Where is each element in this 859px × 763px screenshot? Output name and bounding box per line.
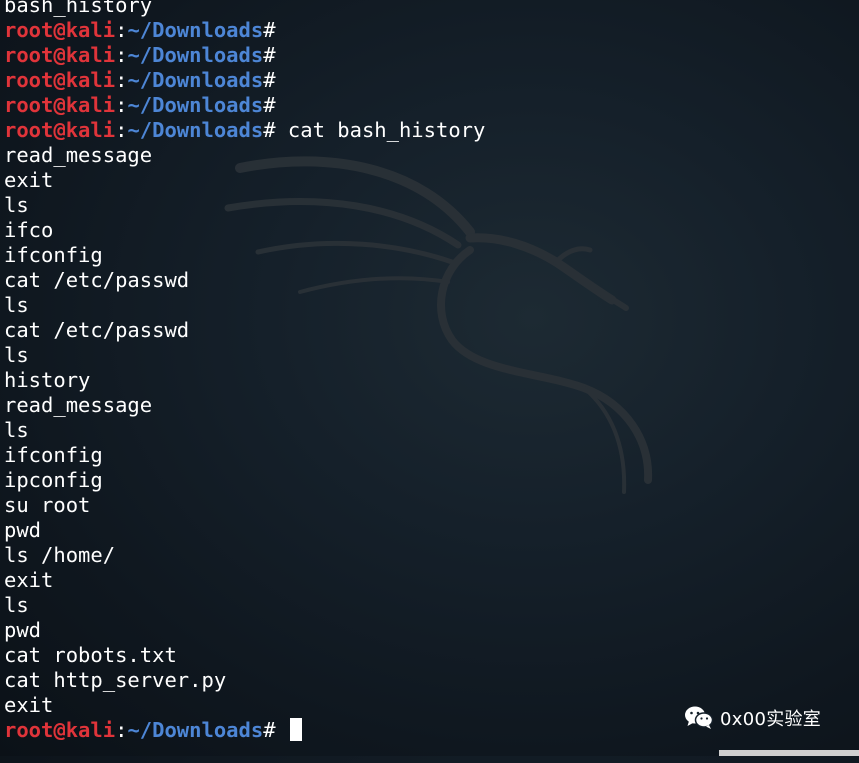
output-line: ls — [4, 418, 29, 442]
prompt-path: ~/Downloads — [127, 18, 264, 42]
scrollbar-edge[interactable] — [719, 750, 859, 756]
output-line: exit — [4, 568, 54, 592]
output-line: ifconfig — [4, 243, 103, 267]
prompt-path: ~/Downloads — [127, 93, 264, 117]
output-line: ls — [4, 593, 29, 617]
command-text: cat bash_history — [275, 118, 486, 142]
prompt-line: root@kali:~/Downloads# — [0, 68, 859, 93]
watermark: 0x00实验室 — [684, 704, 821, 732]
prompt-user-host: root@kali — [4, 43, 116, 67]
output-line: ifco — [4, 218, 54, 242]
output-line: cat robots.txt — [4, 643, 177, 667]
prompt-user-host: root@kali — [4, 718, 116, 742]
prompt-symbol: # — [263, 43, 276, 67]
output-line: su root — [4, 493, 91, 517]
prompt-separator: : — [115, 93, 128, 117]
output-line: ipconfig — [4, 468, 103, 492]
output-line: ls — [4, 193, 29, 217]
output-line: ls /home/ — [4, 543, 116, 567]
prompt-line: root@kali:~/Downloads# — [0, 43, 859, 68]
output-line: read_message — [4, 393, 153, 417]
prompt-path: ~/Downloads — [127, 68, 264, 92]
prompt-separator: : — [115, 718, 128, 742]
prompt-line: root@kali:~/Downloads# — [0, 18, 859, 43]
prompt-separator: : — [115, 118, 128, 142]
text-cursor — [289, 718, 302, 741]
prompt-user-host: root@kali — [4, 118, 116, 142]
output-line: ifconfig — [4, 443, 103, 467]
output-line: cat /etc/passwd — [4, 318, 190, 342]
output-line: pwd — [4, 518, 42, 542]
command-line: root@kali:~/Downloads# cat bash_history — [0, 118, 859, 143]
prompt-user-host: root@kali — [4, 68, 116, 92]
prompt-line: root@kali:~/Downloads# — [0, 93, 859, 118]
output-line: pwd — [4, 618, 42, 642]
prompt-user-host: root@kali — [4, 93, 116, 117]
watermark-text: 0x00实验室 — [720, 709, 822, 730]
prompt-path: ~/Downloads — [127, 43, 264, 67]
prompt-symbol: # — [263, 18, 276, 42]
wechat-icon — [685, 706, 714, 729]
output-line: ls — [4, 343, 29, 367]
prompt-separator: : — [115, 68, 128, 92]
output-line: history — [4, 368, 91, 392]
prompt-symbol: # — [263, 68, 276, 92]
prompt-separator: : — [115, 43, 128, 67]
output-line: ls — [4, 293, 29, 317]
output-line: exit — [4, 168, 54, 192]
output-line: cat http_server.py — [4, 668, 227, 692]
terminal-partial-line: bash_history — [4, 0, 153, 17]
prompt-path: ~/Downloads — [127, 718, 264, 742]
prompt-symbol: # — [263, 118, 276, 142]
prompt-separator: : — [115, 18, 128, 42]
output-line: cat /etc/passwd — [4, 268, 190, 292]
terminal-output[interactable]: bash_history root@kali:~/Downloads# root… — [0, 0, 859, 763]
prompt-user-host: root@kali — [4, 18, 116, 42]
prompt-path: ~/Downloads — [127, 118, 264, 142]
prompt-symbol: # — [263, 718, 276, 742]
prompt-symbol: # — [263, 93, 276, 117]
output-line: read_message — [4, 143, 153, 167]
